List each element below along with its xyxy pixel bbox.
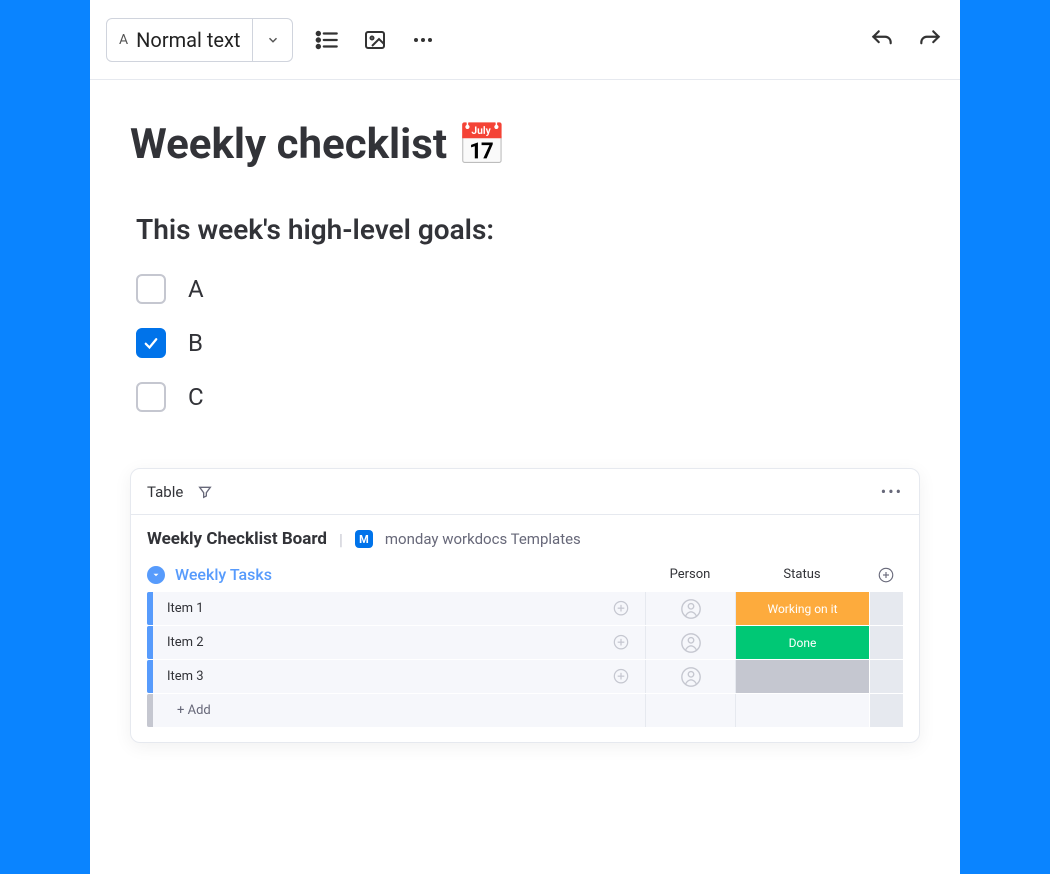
- bulleted-list-icon[interactable]: [313, 26, 341, 54]
- status-cell[interactable]: [735, 660, 869, 693]
- row-trail: [869, 592, 903, 625]
- chevron-down-icon[interactable]: [252, 18, 292, 62]
- more-icon[interactable]: [409, 26, 437, 54]
- board-rows: Item 1 Working on it Item 2: [131, 592, 919, 742]
- text-style-label: Normal text: [136, 28, 240, 52]
- person-cell[interactable]: [645, 660, 735, 693]
- text-style-dropdown[interactable]: A Normal text: [106, 18, 293, 62]
- board-more-icon[interactable]: •••: [881, 482, 903, 501]
- checkbox[interactable]: [136, 382, 166, 412]
- checkbox-checked[interactable]: [136, 328, 166, 358]
- page-title[interactable]: Weekly checklist 📅: [130, 120, 920, 169]
- divider: |: [339, 530, 343, 549]
- board-title[interactable]: Weekly Checklist Board: [147, 529, 327, 549]
- calendar-icon: 📅: [457, 121, 507, 168]
- add-item-row[interactable]: + Add: [147, 694, 903, 728]
- conversation-icon[interactable]: [597, 592, 645, 625]
- row-color-bar: [147, 626, 153, 659]
- redo-icon[interactable]: [916, 26, 944, 54]
- table-row[interactable]: Item 1 Working on it: [147, 592, 903, 626]
- document-frame: A Normal text Weekly checklist 📅: [90, 0, 960, 874]
- item-name[interactable]: Item 3: [167, 660, 597, 693]
- page-title-text: Weekly checklist: [130, 120, 447, 169]
- row-color-bar: [147, 592, 153, 625]
- person-cell[interactable]: [645, 592, 735, 625]
- item-name[interactable]: Item 1: [167, 592, 597, 625]
- text-style-icon: A: [119, 32, 128, 48]
- checkbox[interactable]: [136, 274, 166, 304]
- image-icon[interactable]: [361, 26, 389, 54]
- row-trail: [869, 626, 903, 659]
- status-cell[interactable]: Done: [735, 626, 869, 659]
- item-name[interactable]: Item 2: [167, 626, 597, 659]
- document-body: Weekly checklist 📅 This week's high-leve…: [90, 80, 960, 743]
- board-view-tab[interactable]: Table: [147, 483, 183, 501]
- toolbar: A Normal text: [90, 0, 960, 80]
- conversation-icon[interactable]: [597, 626, 645, 659]
- column-header-person[interactable]: Person: [645, 567, 735, 582]
- person-cell[interactable]: [645, 626, 735, 659]
- conversation-icon[interactable]: [597, 660, 645, 693]
- row-color-bar: [147, 660, 153, 693]
- checklist-item[interactable]: C: [136, 382, 920, 412]
- checklist-label: A: [188, 275, 204, 303]
- checklist-label: B: [188, 329, 203, 357]
- board-title-row: Weekly Checklist Board | M monday workdo…: [131, 515, 919, 555]
- status-cell[interactable]: Working on it: [735, 592, 869, 625]
- row-trail: [869, 660, 903, 693]
- checklist-item[interactable]: A: [136, 274, 920, 304]
- collapse-icon[interactable]: [147, 566, 165, 584]
- column-header-status[interactable]: Status: [735, 567, 869, 582]
- embedded-board: Table ••• Weekly Checklist Board | M mon…: [130, 468, 920, 743]
- table-row[interactable]: Item 2 Done: [147, 626, 903, 660]
- board-tab-bar: Table •••: [131, 469, 919, 515]
- undo-icon[interactable]: [868, 26, 896, 54]
- row-color-bar: [147, 694, 153, 727]
- workspace-name[interactable]: monday workdocs Templates: [385, 530, 581, 548]
- table-row[interactable]: Item 3: [147, 660, 903, 694]
- workspace-badge: M: [355, 530, 373, 548]
- group-header[interactable]: Weekly Tasks Person Status: [131, 555, 919, 592]
- filter-icon[interactable]: [197, 484, 213, 500]
- add-item-label: + Add: [167, 694, 597, 727]
- group-name: Weekly Tasks: [175, 565, 272, 584]
- goals-heading[interactable]: This week's high-level goals:: [136, 213, 920, 246]
- goal-checklist: A B C: [136, 274, 920, 412]
- add-column-icon[interactable]: [869, 566, 903, 584]
- checklist-item[interactable]: B: [136, 328, 920, 358]
- checklist-label: C: [188, 383, 204, 411]
